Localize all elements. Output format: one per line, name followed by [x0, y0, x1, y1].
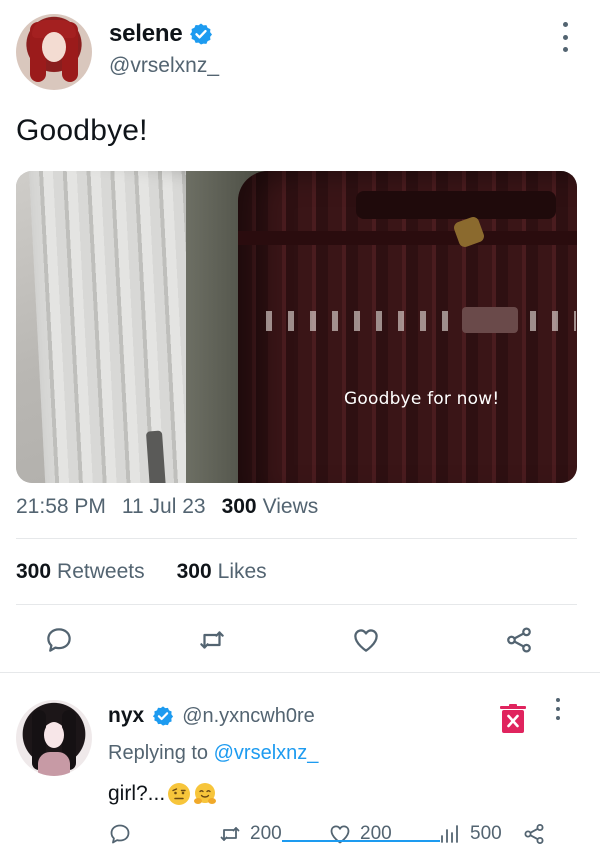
share-button[interactable]: [502, 623, 536, 657]
likes-number: 300: [176, 560, 212, 583]
author-handle[interactable]: @vrselxnz_: [109, 54, 219, 78]
tweet-text: Goodbye!: [16, 114, 148, 147]
author-display-name[interactable]: selene: [109, 20, 183, 48]
like-icon: [353, 629, 378, 652]
delete-icon[interactable]: [500, 704, 526, 734]
reply-text: girl?...: [108, 782, 217, 806]
like-button[interactable]: [349, 623, 383, 657]
share-icon: [507, 627, 531, 653]
views-bar-chart-icon: [441, 825, 458, 843]
tweet-media-image[interactable]: Goodbye for now!: [16, 171, 577, 483]
author-avatar[interactable]: [16, 14, 92, 90]
reply-reply-button[interactable]: [108, 822, 132, 846]
reply-action-bar: 200 200 500: [108, 822, 578, 848]
retweet-button[interactable]: [195, 623, 229, 657]
reply-display-name[interactable]: nyx: [108, 704, 144, 728]
replying-prefix: Replying to: [108, 742, 209, 764]
reply-retweet-button[interactable]: 200: [218, 822, 282, 846]
tweet-date: 11 Jul 23: [121, 495, 206, 518]
reply-button[interactable]: [42, 623, 76, 657]
divider: [16, 538, 577, 539]
replying-to-handle-link[interactable]: @vrselxnz_: [214, 742, 319, 764]
reply-views-count: 500: [470, 823, 502, 844]
more-options-icon[interactable]: [554, 698, 562, 720]
verified-badge-icon: [153, 706, 174, 726]
share-icon: [524, 824, 544, 844]
reply-tweet[interactable]: nyx @n.yxncwh0re Replying to @vrselxnz_ …: [0, 690, 600, 850]
reply-author-avatar[interactable]: [16, 700, 92, 776]
tweet-meta: 21:58 PM 11 Jul 23 300 Views: [16, 495, 318, 519]
selection-underline: [282, 840, 440, 842]
reply-retweet-count: 200: [250, 823, 282, 844]
retweets-label: Retweets: [57, 560, 145, 583]
reply-text-body: girl?...: [108, 782, 166, 805]
views-label: Views: [262, 495, 319, 518]
views-number: 300: [221, 495, 257, 518]
tweet-action-bar: [42, 622, 536, 658]
author-name-row: selene: [109, 20, 213, 48]
likes-stat[interactable]: 300 Likes: [177, 560, 267, 584]
hugging-emoji-icon: [194, 783, 217, 804]
reply-icon: [47, 628, 71, 652]
tweet-time: 21:58 PM: [16, 495, 106, 518]
divider: [0, 672, 600, 673]
reply-icon: [110, 824, 130, 844]
more-options-icon[interactable]: [560, 22, 570, 52]
like-icon: [330, 825, 350, 844]
engagement-stats: 300 Retweets 300 Likes: [16, 560, 267, 584]
divider: [16, 604, 577, 605]
reply-views-button[interactable]: 500: [438, 822, 502, 846]
retweets-stat[interactable]: 300 Retweets: [16, 560, 145, 584]
likes-label: Likes: [217, 560, 267, 583]
replying-to-line: Replying to @vrselxnz_: [108, 742, 318, 765]
reply-share-button[interactable]: [522, 822, 546, 846]
tweet-header: selene @vrselxnz_: [16, 12, 584, 92]
verified-badge-icon: [189, 23, 212, 45]
views-count[interactable]: 300 Views: [222, 495, 319, 519]
retweet-icon: [200, 631, 225, 649]
reply-handle[interactable]: @n.yxncwh0re: [182, 705, 315, 728]
raised-eyebrow-emoji-icon: [168, 783, 191, 805]
retweet-icon: [220, 827, 240, 841]
media-caption: Goodbye for now!: [344, 389, 500, 409]
reply-name-row: nyx @n.yxncwh0re: [108, 704, 315, 728]
reply-like-button[interactable]: 200: [328, 822, 392, 846]
retweets-number: 300: [16, 560, 52, 583]
